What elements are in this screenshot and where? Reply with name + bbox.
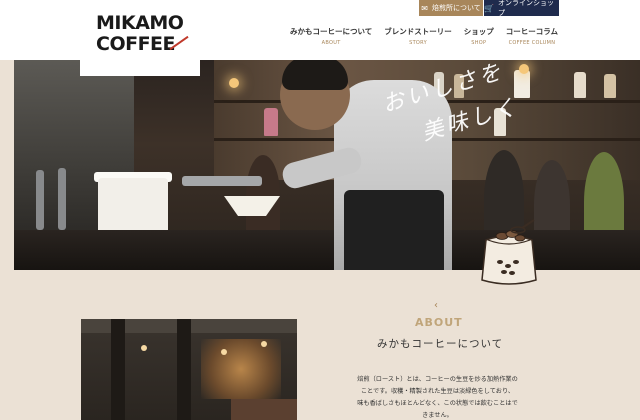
nav-item-about[interactable]: みかもコーヒーについて ABOUT — [290, 26, 372, 46]
nav-item-label: ショップ — [463, 27, 494, 36]
hero-lamp — [519, 64, 529, 74]
online-shop-label: オンラインショップ — [497, 0, 554, 17]
about-heading-en: ABOUT — [415, 316, 463, 329]
nav-item-coffee-column[interactable]: コーヒーコラム COFFEE COLUMN — [506, 26, 558, 46]
nav-item-label: みかもコーヒーについて — [290, 27, 373, 36]
photo-pillar — [111, 319, 125, 420]
barista-hair — [282, 60, 348, 90]
photo-table — [231, 399, 297, 420]
about-body-text: 焙煎（ロースト）とは、コーヒーの生豆を炒る加熱作業の ことです。収穫・精製された… — [350, 374, 525, 420]
about-body-line: 味も香ばしさもほとんどなく、この状態では飲むことはで — [357, 400, 518, 407]
nav-item-shop[interactable]: ショップ SHOP — [464, 26, 494, 46]
hero-counter — [14, 230, 640, 270]
coffee-bean-bag-icon — [481, 219, 537, 285]
chevron-up-icon: ‹ — [434, 300, 438, 311]
about-body-line: きません。 — [422, 412, 453, 419]
roastery-info-label: 焙煎所について — [431, 4, 481, 12]
logo-text-line1: MIKAMO — [96, 12, 184, 34]
main-nav: みかもコーヒーについて ABOUT ブレンドストーリー STORY ショップ S… — [290, 26, 570, 46]
espresso-tap — [36, 170, 44, 230]
site-logo[interactable]: MIKAMO COFFEE — [80, 0, 200, 76]
roastery-info-button[interactable]: ✉ 焙煎所について — [419, 0, 483, 16]
about-body-line: ことです。収穫・精製された生豆は淡緑色をしており、 — [360, 388, 515, 395]
hero-lamp — [229, 78, 239, 88]
shelf-bottle — [574, 72, 586, 98]
nav-item-sublabel: ABOUT — [321, 40, 341, 46]
espresso-tap — [58, 168, 66, 230]
about-heading-jp: みかもコーヒーについて — [377, 338, 504, 350]
nav-item-sublabel: STORY — [409, 40, 427, 46]
nav-item-label: コーヒーコラム — [505, 27, 559, 36]
mail-icon: ✉ — [421, 3, 428, 13]
nav-item-label: ブレンドストーリー — [384, 27, 452, 36]
photo-warm-glow — [201, 339, 281, 399]
photo-light — [261, 341, 267, 347]
online-shop-button[interactable]: 🛒 オンラインショップ — [484, 0, 559, 17]
photo-light — [141, 345, 147, 351]
shelf-bottle — [264, 108, 278, 136]
photo-light — [221, 349, 227, 355]
about-cafe-photo — [81, 319, 297, 420]
photo-pillar — [177, 319, 191, 420]
shelf-bottle — [514, 70, 530, 98]
barista-apron — [344, 190, 444, 270]
nav-item-sublabel: SHOP — [471, 40, 487, 46]
espresso-machine-arm — [182, 176, 262, 186]
cart-icon: 🛒 — [484, 3, 494, 13]
hero-image — [14, 60, 640, 270]
crowd-figure — [246, 155, 280, 235]
shelf-bottle — [604, 74, 616, 98]
about-body-line: 焙煎（ロースト）とは、コーヒーの生豆を炒る加熱作業の — [357, 376, 518, 383]
nav-item-story[interactable]: ブレンドストーリー STORY — [384, 26, 452, 46]
logo-text-line2: COFFEE — [96, 33, 176, 55]
nav-item-sublabel: COFFEE COLUMN — [508, 40, 556, 46]
